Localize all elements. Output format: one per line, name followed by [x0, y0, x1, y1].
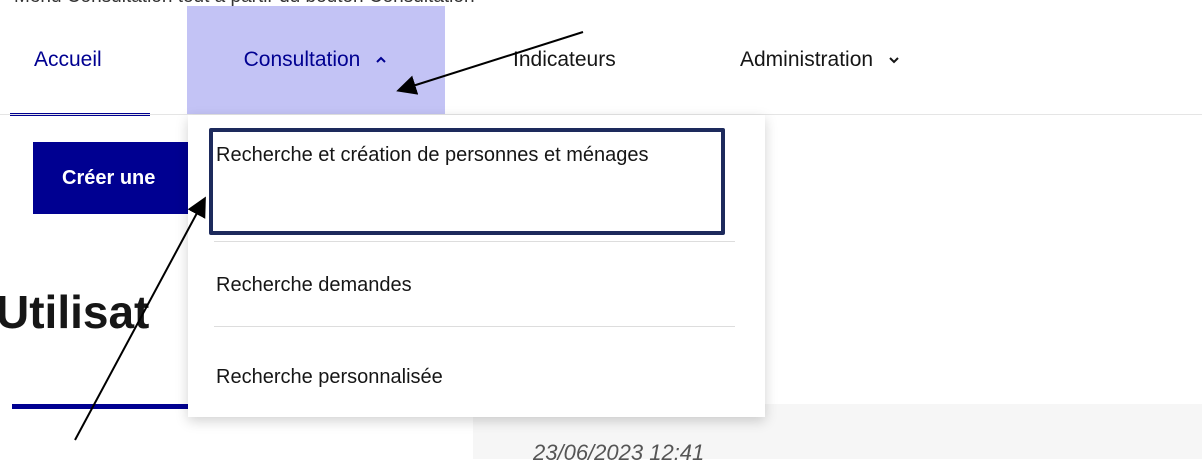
annotation-highlight-box [209, 128, 725, 235]
nav-accueil[interactable]: Accueil [34, 6, 102, 114]
chevron-up-icon [376, 56, 387, 63]
page-title: Utilisat [0, 286, 150, 338]
chevron-down-icon [889, 57, 899, 64]
nav-administration-label: Administration [740, 48, 874, 71]
menu-divider [214, 326, 735, 327]
menu-item-recherche-personnalisee[interactable]: Recherche personnalisée [216, 357, 737, 397]
nav-consultation[interactable]: Consultation [187, 6, 445, 114]
nav-indicateurs[interactable]: Indicateurs [513, 6, 616, 114]
timestamp: 23/06/2023 12:41 [533, 440, 705, 465]
menu-item-recherche-demandes[interactable]: Recherche demandes [216, 265, 737, 305]
nav-administration[interactable]: Administration [740, 6, 901, 114]
menu-divider [214, 241, 735, 242]
nav-consultation-label: Consultation [243, 48, 361, 71]
create-button[interactable]: Créer une [33, 142, 193, 214]
main-nav: Accueil Consultation Indicateurs Adminis… [0, 6, 1202, 116]
